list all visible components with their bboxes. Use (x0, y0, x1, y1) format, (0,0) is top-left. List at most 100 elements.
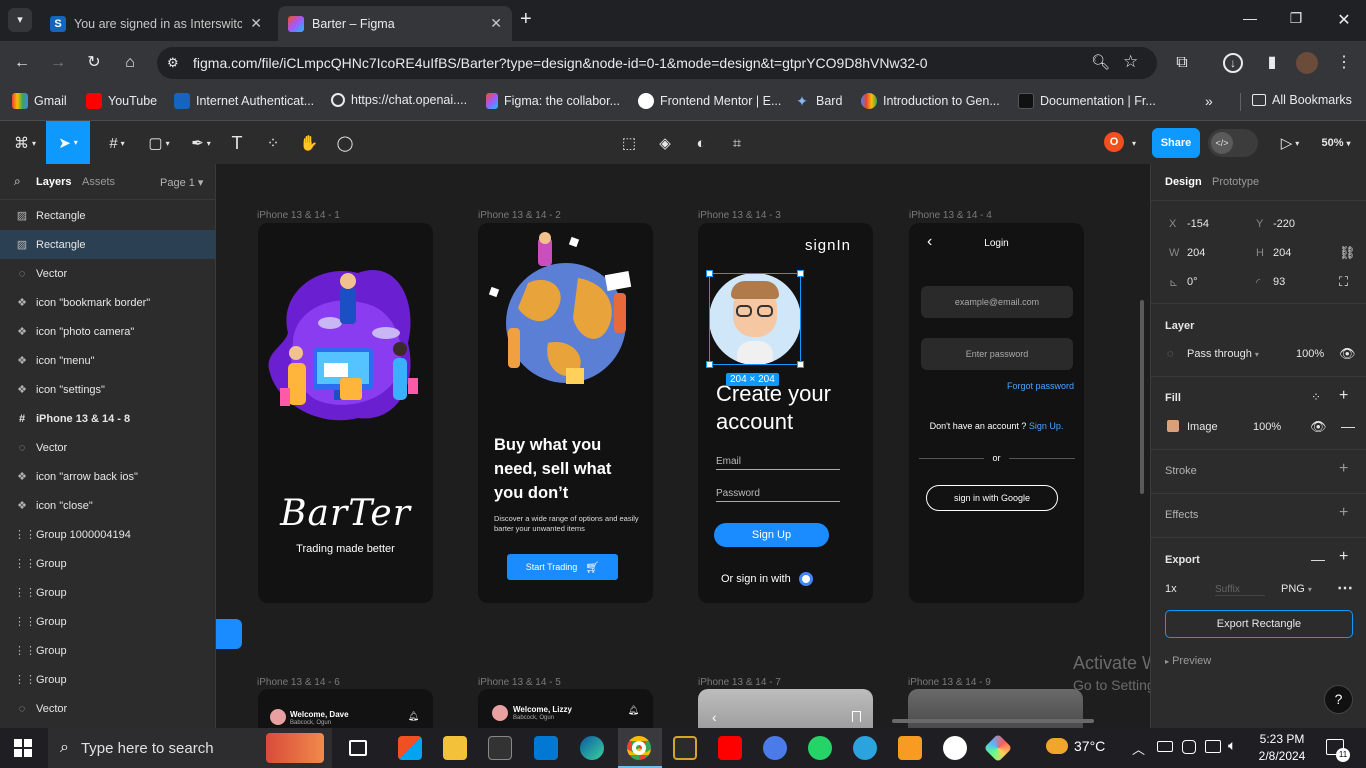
export-button[interactable]: Export Rectangle (1165, 610, 1353, 638)
layer-row[interactable]: ◌ Vector (0, 694, 216, 723)
profile-avatar[interactable] (1296, 52, 1318, 74)
main-menu-icon[interactable]: ⌘ ▾ (8, 131, 42, 155)
frame-label[interactable]: iPhone 13 & 14 - 2 (478, 210, 561, 221)
sublime-icon[interactable] (898, 736, 922, 760)
layer-row[interactable]: ◌ Vector (0, 259, 216, 288)
export-format-dropdown[interactable]: PNG ▾ (1281, 583, 1312, 595)
back-icon[interactable]: ‹ (712, 709, 717, 725)
bell-icon[interactable]: 🔔︎ (408, 711, 419, 722)
canvas-partial-element[interactable] (216, 619, 242, 649)
address-bar[interactable]: ⚙ figma.com/file/iCLmpcQHNc7IcoRE4uIfBS/… (157, 47, 1157, 79)
bookmark-bard[interactable]: ✦ Bard (794, 93, 842, 109)
add-stroke-icon[interactable]: + (1339, 460, 1348, 478)
forward-icon[interactable]: → (46, 51, 70, 75)
zoom-dropdown[interactable]: 50% ▾ (1314, 131, 1358, 155)
reload-icon[interactable]: ↻ (82, 51, 106, 75)
add-fill-icon[interactable]: + (1339, 387, 1348, 405)
frame-label[interactable]: iPhone 13 & 14 - 7 (698, 677, 781, 688)
user-avatar[interactable]: O (1104, 132, 1124, 152)
layer-opacity-input[interactable]: 100% (1296, 348, 1324, 360)
bookmark-star-icon[interactable]: ☆ (1123, 52, 1138, 72)
tab-close-icon[interactable]: ✕ (490, 15, 502, 32)
volume-icon[interactable]: 🔈︎ (1228, 737, 1236, 754)
layer-row[interactable]: ⋮⋮ Group (0, 665, 216, 694)
frame-label[interactable]: iPhone 13 & 14 - 4 (909, 210, 992, 221)
tab-search-button[interactable]: ▾ (8, 8, 32, 32)
selection-handle[interactable] (797, 361, 804, 368)
tab-design[interactable]: Design (1165, 176, 1202, 188)
rotation-input[interactable]: 0° (1187, 276, 1198, 288)
windows-start-icon[interactable] (14, 739, 32, 757)
password-field[interactable]: Password (716, 488, 840, 502)
fill-styles-icon[interactable]: ⁘ (1311, 390, 1321, 404)
bookmark-frontend-mentor[interactable]: Frontend Mentor | E... (638, 93, 781, 109)
frame-label[interactable]: iPhone 13 & 14 - 5 (478, 677, 561, 688)
home-icon[interactable]: ⌂ (118, 51, 142, 75)
layer-row[interactable]: ▨ Rectangle (0, 230, 216, 259)
task-view-icon[interactable] (349, 740, 367, 756)
frame-home-lizzy[interactable]: Welcome, Lizzy Babcock, Ogun 🔔︎ (478, 689, 653, 728)
tab-figma[interactable]: Barter – Figma ✕ (278, 6, 512, 41)
tab-layers[interactable]: Layers (36, 176, 71, 188)
move-tool-icon[interactable]: ➤ ▾ (46, 121, 90, 164)
selection-handle[interactable] (706, 361, 713, 368)
google-signin-button[interactable]: sign in with Google (926, 485, 1058, 511)
shape-tool-icon[interactable]: ▢ ▾ (142, 131, 176, 155)
layer-row[interactable]: ❖ icon "photo camera" (0, 317, 216, 346)
bookmark-youtube[interactable]: YouTube (86, 93, 157, 109)
layer-row[interactable]: ◌ Vector (0, 433, 216, 462)
avatar-chevron-icon[interactable]: ▾ (1128, 131, 1140, 155)
layer-row[interactable]: ⋮⋮ Group 1000004194 (0, 520, 216, 549)
download-icon[interactable]: ↓ (1223, 53, 1243, 73)
remove-export-icon[interactable]: — (1311, 551, 1325, 567)
x-input[interactable]: -154 (1187, 218, 1209, 230)
present-icon[interactable]: ▷ ▾ (1276, 131, 1304, 155)
frame-splash[interactable]: BarTer Trading made better (258, 223, 433, 603)
design-canvas[interactable]: iPhone 13 & 14 - 1 iPhone 13 & 14 - 2 iP… (216, 164, 1150, 728)
whatsapp-icon[interactable] (808, 736, 832, 760)
zoom-search-icon[interactable]: 🔍︎ (1091, 53, 1110, 71)
text-tool-icon[interactable]: T (226, 131, 248, 155)
forgot-password-link[interactable]: Forgot password (1007, 381, 1074, 391)
weather-widget[interactable]: 37°C (1046, 738, 1105, 754)
telegram-icon[interactable] (853, 736, 877, 760)
close-window-icon[interactable]: ✕ (1332, 10, 1356, 30)
share-button[interactable]: Share (1152, 128, 1200, 158)
youtube-taskbar-icon[interactable] (718, 736, 742, 760)
new-tab-button[interactable]: + (520, 8, 532, 31)
image-fill-swatch[interactable] (1167, 420, 1179, 432)
terminal-icon[interactable] (488, 736, 512, 760)
layer-row[interactable]: ❖ icon "close" (0, 491, 216, 520)
independent-corners-icon[interactable]: ⛶ (1339, 274, 1348, 290)
bookmark-interswitch[interactable]: Internet Authenticat... (174, 93, 314, 109)
layer-row[interactable]: # iPhone 13 & 14 - 8 (0, 404, 216, 433)
preview-toggle[interactable]: ▸ Preview (1165, 655, 1211, 667)
tab-assets[interactable]: Assets (82, 176, 115, 188)
remove-fill-icon[interactable]: — (1341, 418, 1355, 434)
bookmark-icon[interactable] (852, 711, 861, 722)
start-trading-button[interactable]: Start Trading 🛒︎ (507, 554, 618, 580)
component-icon[interactable]: ◈ (654, 131, 676, 155)
horizontal-scrollbar[interactable] (892, 719, 1094, 723)
layer-row[interactable]: ⋮⋮ Group (0, 578, 216, 607)
store-icon[interactable] (398, 736, 422, 760)
side-panel-icon[interactable]: ▮ (1260, 51, 1284, 75)
mask-icon[interactable]: ◐ (690, 131, 712, 155)
extensions-icon[interactable]: ⧉ (1170, 51, 1194, 75)
network-icon[interactable] (1205, 740, 1221, 753)
page-selector[interactable]: Page 1 ▾ (160, 176, 203, 189)
tab-close-icon[interactable]: ✕ (250, 15, 262, 32)
export-options-icon[interactable]: ⋯ (1337, 578, 1353, 598)
layer-row[interactable]: ❖ icon "bookmark border" (0, 288, 216, 317)
pen-tool-icon[interactable]: ✒ ▾ (184, 131, 218, 155)
more-bookmarks-icon[interactable]: » (1205, 93, 1213, 109)
bookmark-chatgpt[interactable]: https://chat.openai.... (331, 93, 467, 107)
dev-mode-toggle[interactable]: </> (1208, 129, 1258, 157)
bookmark-documentation[interactable]: Documentation | Fr... (1018, 93, 1156, 109)
chrome-menu-icon[interactable]: ⋮ (1332, 51, 1356, 75)
back-icon[interactable]: ← (10, 51, 34, 75)
all-bookmarks[interactable]: All Bookmarks (1252, 93, 1352, 107)
frame-signin[interactable]: signIn 204 × 204 Create your account Ema… (698, 223, 873, 603)
frame-label[interactable]: iPhone 13 & 14 - 6 (257, 677, 340, 688)
restore-icon[interactable]: ❐ (1284, 10, 1308, 27)
